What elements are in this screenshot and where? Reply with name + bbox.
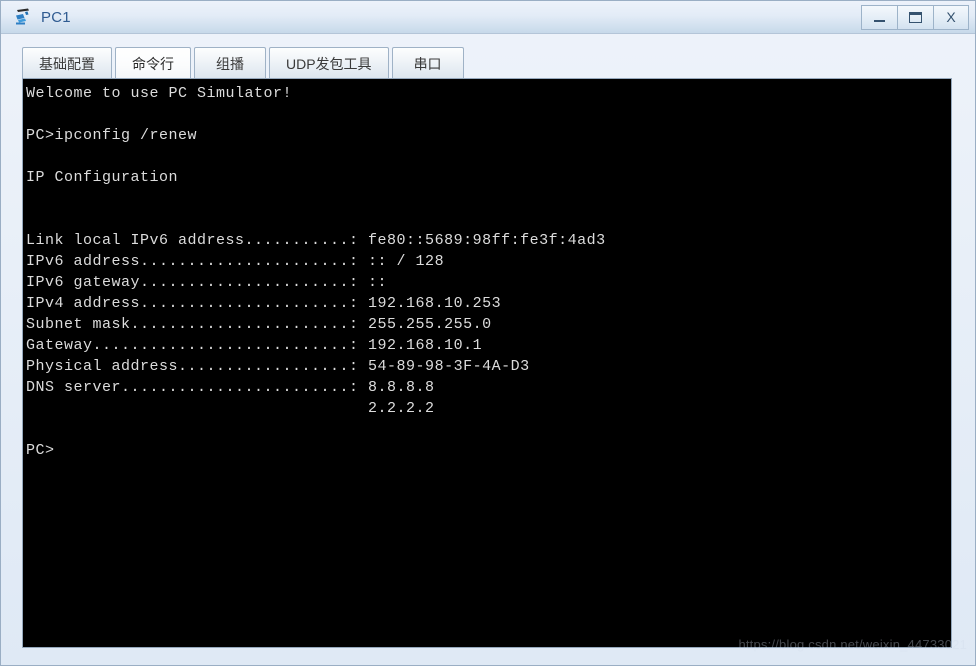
close-icon: X xyxy=(946,9,956,25)
pc-network-icon xyxy=(16,8,29,25)
maximize-icon xyxy=(909,11,922,23)
terminal-line: IPv6 address......................: :: /… xyxy=(26,253,445,270)
terminal-line: Welcome to use PC Simulator! xyxy=(26,85,293,102)
terminal-panel: Welcome to use PC Simulator! PC>ipconfig… xyxy=(22,78,952,648)
window-controls: X xyxy=(861,1,975,33)
tab-label: UDP发包工具 xyxy=(286,55,372,72)
title-bar-left: PC1 xyxy=(1,7,861,27)
title-bar: PC1 X xyxy=(1,1,975,34)
terminal-line: 2.2.2.2 xyxy=(26,400,435,417)
close-button[interactable]: X xyxy=(933,4,969,30)
tab-label: 串口 xyxy=(413,55,442,72)
window-title: PC1 xyxy=(41,8,71,26)
tab-udp-packet-tool[interactable]: UDP发包工具 xyxy=(269,47,389,79)
terminal-line: Gateway...........................: 192.… xyxy=(26,337,483,354)
terminal-line: IP Configuration xyxy=(26,169,179,186)
minimize-button[interactable] xyxy=(861,4,897,30)
maximize-button[interactable] xyxy=(897,4,933,30)
terminal-line: PC> xyxy=(26,442,55,459)
tab-label: 基础配置 xyxy=(39,55,95,72)
tab-basic-config[interactable]: 基础配置 xyxy=(22,47,112,79)
tab-label: 命令行 xyxy=(132,55,174,72)
tab-command-line[interactable]: 命令行 xyxy=(115,47,191,79)
tab-strip: 基础配置 命令行 组播 UDP发包工具 串口 xyxy=(1,35,975,79)
terminal-line: Subnet mask.......................: 255.… xyxy=(26,316,492,333)
minimize-icon xyxy=(874,19,885,22)
terminal-line: Physical address..................: 54-8… xyxy=(26,358,530,375)
terminal-line: Link local IPv6 address...........: fe80… xyxy=(26,232,606,249)
terminal-line: IPv4 address......................: 192.… xyxy=(26,295,502,312)
tab-label: 组播 xyxy=(216,55,244,72)
terminal-line: DNS server........................: 8.8.… xyxy=(26,379,435,396)
tab-multicast[interactable]: 组播 xyxy=(194,47,266,79)
terminal-output[interactable]: Welcome to use PC Simulator! PC>ipconfig… xyxy=(23,79,951,647)
tab-serial-port[interactable]: 串口 xyxy=(391,47,464,79)
terminal-line: PC>ipconfig /renew xyxy=(26,127,198,144)
terminal-line: IPv6 gateway......................: :: xyxy=(26,274,388,291)
pc1-simulator-window: PC1 X 基础配置 命令行 组播 UDP发包工具 串口 Welcome to … xyxy=(0,0,976,666)
